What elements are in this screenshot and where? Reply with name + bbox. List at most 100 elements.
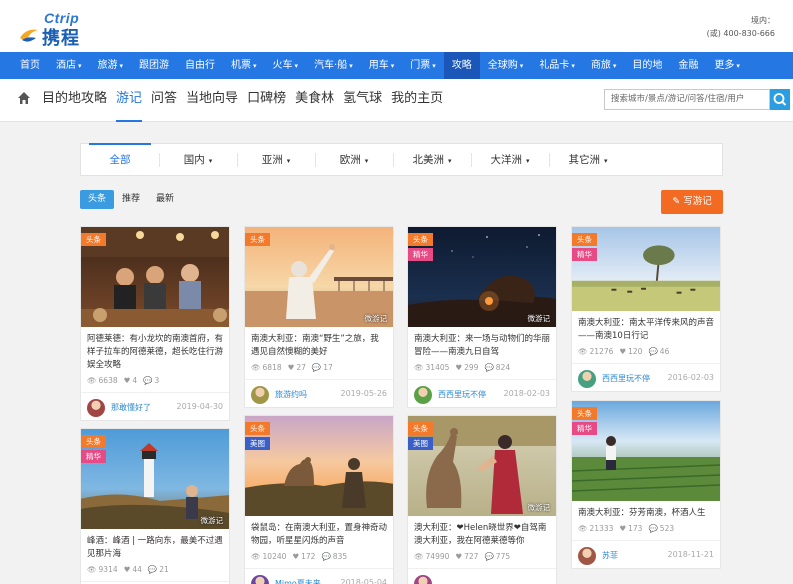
nav-item[interactable]: 首页 bbox=[12, 52, 48, 79]
travelogue-card[interactable]: 头条 阿德莱德：有小龙坎的南澳首府，有样子拉车的阿德莱德，超长吃住行游娱全攻略 👁 6… bbox=[80, 226, 230, 421]
avatar[interactable] bbox=[578, 370, 596, 388]
ctrip-logo[interactable]: Ctrip 携程 bbox=[18, 8, 98, 49]
filter-item[interactable]: 大洋洲 ▾ bbox=[471, 144, 549, 175]
nav-item[interactable]: 旅游 ▾ bbox=[90, 52, 132, 79]
avatar[interactable] bbox=[414, 575, 432, 584]
filter-item[interactable]: 全部 bbox=[81, 143, 159, 175]
travelogue-card[interactable]: 头条 美图 袋鼠岛：在南澳大利亚，置身神奇动物园，听星星闪烁的声音 👁 10240 ♥ 17… bbox=[244, 415, 394, 584]
avatar[interactable] bbox=[251, 386, 269, 404]
travelogue-card[interactable]: 头条 精华 微游记 峰酒：峰酒 | 一路向东，最美不过遇见那片海 👁 9314 ♥ 44 💬 21 bbox=[80, 428, 230, 584]
nav-item[interactable]: 火车 ▾ bbox=[265, 52, 307, 79]
card-footer: 西西里玩不停 2016-02-03 bbox=[572, 363, 720, 393]
filter-item-label: 北美洲 bbox=[412, 154, 444, 166]
subnav-item[interactable]: 我的主页 bbox=[391, 79, 443, 122]
avatar[interactable] bbox=[87, 399, 105, 417]
author-name[interactable]: 那敢懂好了 bbox=[111, 402, 151, 413]
travelogue-card[interactable]: 头条 精华 南澳大利亚：南太平洋传来风的声音——南澳10日行记 👁 21276 ♥ 120 💬… bbox=[571, 226, 721, 392]
nav-item[interactable]: 目的地 bbox=[624, 52, 670, 79]
card-tag: 精华 bbox=[572, 248, 597, 261]
author-name[interactable]: Mimo夏未来 bbox=[275, 578, 321, 584]
home-icon[interactable] bbox=[17, 91, 31, 105]
subnav-item[interactable]: 当地向导 bbox=[186, 79, 238, 122]
nav-item-label: 酒店 bbox=[56, 60, 76, 71]
filter-item[interactable]: 国内 ▾ bbox=[159, 144, 237, 175]
like-count: 120 bbox=[628, 347, 643, 356]
filter-item[interactable]: 北美洲 ▾ bbox=[393, 144, 471, 175]
post-date: 2018-05-04 bbox=[340, 578, 388, 584]
nav-item[interactable]: 跟团游 bbox=[131, 52, 177, 79]
author-name[interactable]: 西西里玩不停 bbox=[438, 389, 486, 400]
card-title[interactable]: 南澳大利亚：南澳“野生”之旅，我遇见自然懊糊的美好 bbox=[251, 333, 387, 359]
search-button[interactable] bbox=[770, 89, 790, 110]
avatar[interactable] bbox=[578, 547, 596, 565]
filter-item[interactable]: 其它洲 ▾ bbox=[549, 144, 627, 175]
sort-tab[interactable]: 推荐 bbox=[114, 190, 148, 209]
author-name[interactable]: 苏菲 bbox=[602, 550, 618, 561]
nav-item[interactable]: 商旅 ▾ bbox=[583, 52, 625, 79]
card-title[interactable]: 袋鼠岛：在南澳大利亚，置身神奇动物园，听星星闪烁的声音 bbox=[251, 522, 387, 548]
chevron-down-icon: ▾ bbox=[603, 157, 608, 165]
nav-item[interactable]: 门票 ▾ bbox=[402, 52, 444, 79]
nav-item[interactable]: 酒店 ▾ bbox=[48, 52, 90, 79]
chevron-down-icon: ▾ bbox=[364, 157, 369, 165]
chevron-down-icon: ▾ bbox=[390, 62, 395, 70]
avatar[interactable] bbox=[414, 386, 432, 404]
comment-icon: 💬 bbox=[484, 363, 494, 372]
travelogue-card[interactable]: 头条 微游记 南澳大利亚：南澳“野生”之旅，我遇见自然懊糊的美好 👁 6818 ♥ 27 💬 1… bbox=[244, 226, 394, 408]
heart-icon: ♥ bbox=[619, 524, 627, 533]
travelogue-card[interactable]: 头条 精华 南澳大利亚：芬芳南澳，杯酒人生 👁 21333 ♥ 173 💬 523 苏菲 2018-… bbox=[571, 400, 721, 569]
nav-item[interactable]: 金融 bbox=[670, 52, 706, 79]
travelogue-card[interactable]: 头条 精华 微游记 南澳大利亚：来一场与动物们的华丽冒险——南澳九日自驾 👁 31405 ♥… bbox=[407, 226, 557, 408]
nav-item[interactable]: 汽车·船 ▾ bbox=[306, 52, 361, 79]
card-title[interactable]: 阿德莱德：有小龙坎的南澳首府，有样子拉车的阿德莱德，超长吃住行游娱全攻略 bbox=[87, 333, 223, 372]
card-title[interactable]: 澳大利亚：❤Helen晓世界❤自驾南澳大利亚，我在阿德莱德等你 bbox=[414, 522, 550, 548]
subnav-item[interactable]: 氢气球 bbox=[343, 79, 382, 122]
nav-item[interactable]: 自由行 bbox=[177, 52, 223, 79]
nav-item[interactable]: 用车 ▾ bbox=[361, 52, 403, 79]
subnav-item[interactable]: 问答 bbox=[151, 79, 177, 122]
card-stats: 👁 6818 ♥ 27 💬 17 bbox=[251, 363, 339, 372]
nav-item-label: 机票 bbox=[231, 60, 252, 71]
chevron-down-icon: ▾ bbox=[525, 157, 530, 165]
sort-tab[interactable]: 头条 bbox=[80, 190, 115, 209]
sort-tab[interactable]: 最新 bbox=[148, 190, 182, 209]
hotline-number: (或) 400-830-666 bbox=[706, 29, 775, 38]
subnav-item[interactable]: 目的地攻略 bbox=[42, 79, 107, 122]
subnav-item[interactable]: 口碑榜 bbox=[247, 79, 286, 122]
nav-item[interactable]: 机票 ▾ bbox=[223, 52, 265, 79]
card-stats: 👁 21276 ♥ 120 💬 46 bbox=[578, 347, 675, 356]
region-filter: 全部 国内 ▾ 亚洲 ▾ 欧洲 ▾ 北美洲 ▾ 大洋洲 ▾ 其它洲 ▾ bbox=[80, 143, 723, 176]
card-tag: 美图 bbox=[408, 437, 433, 450]
chevron-down-icon: ▾ bbox=[519, 62, 524, 70]
nav-item[interactable]: 全球购 ▾ bbox=[480, 52, 532, 79]
avatar[interactable] bbox=[251, 575, 269, 584]
nav-item[interactable]: 攻略 bbox=[443, 52, 480, 79]
card-title[interactable]: 南澳大利亚：南太平洋传来风的声音——南澳10日行记 bbox=[578, 317, 714, 343]
logo-dolphin-icon bbox=[20, 29, 38, 42]
like-count: 173 bbox=[628, 524, 643, 533]
chevron-down-icon: ▾ bbox=[119, 62, 124, 70]
card-stats: 👁 10240 ♥ 172 💬 835 bbox=[251, 552, 353, 561]
subnav-item[interactable]: 游记 bbox=[116, 79, 143, 122]
search-input[interactable]: 搜索城市/景点/游记/问答/住宿/用户 bbox=[604, 89, 770, 110]
subnav-item[interactable]: 美食林 bbox=[295, 79, 334, 122]
nav-item-label: 商旅 bbox=[590, 60, 611, 71]
travelogue-card[interactable]: 头条 美图 微游记 澳大利亚：❤Helen晓世界❤自驾南澳大利亚，我在阿德莱德等你 👁 7… bbox=[407, 415, 557, 584]
heart-icon: ♥ bbox=[455, 552, 463, 561]
write-travelogue-button[interactable]: ✎ 写游记 bbox=[661, 190, 723, 214]
filter-item[interactable]: 亚洲 ▾ bbox=[237, 144, 315, 175]
filter-item[interactable]: 欧洲 ▾ bbox=[315, 144, 393, 175]
author-name[interactable]: 西西里玩不停 bbox=[602, 373, 650, 384]
card-title[interactable]: 南澳大利亚：来一场与动物们的华丽冒险——南澳九日自驾 bbox=[414, 333, 550, 359]
card-title[interactable]: 峰酒：峰酒 | 一路向东，最美不过遇见那片海 bbox=[87, 535, 223, 561]
card-tag: 头条 bbox=[81, 233, 106, 246]
sub-nav: 目的地攻略 游记 问答 当地向导 口碑榜 美食林 氢气球 我的主页 搜索城市/景点/游记/问答… bbox=[0, 79, 793, 122]
card-tag: 美图 bbox=[245, 437, 270, 450]
author-name[interactable]: 旅游约吗 bbox=[275, 389, 307, 400]
filter-item-label: 国内 bbox=[183, 154, 205, 166]
card-title[interactable]: 南澳大利亚：芬芳南澳，杯酒人生 bbox=[578, 507, 714, 520]
nav-item[interactable]: 礼品卡 ▾ bbox=[531, 52, 583, 79]
card-footer: 苏菲 2018-11-21 bbox=[572, 540, 720, 570]
heart-icon: ♥ bbox=[123, 376, 131, 385]
nav-item[interactable]: 更多 ▾ bbox=[706, 52, 748, 79]
